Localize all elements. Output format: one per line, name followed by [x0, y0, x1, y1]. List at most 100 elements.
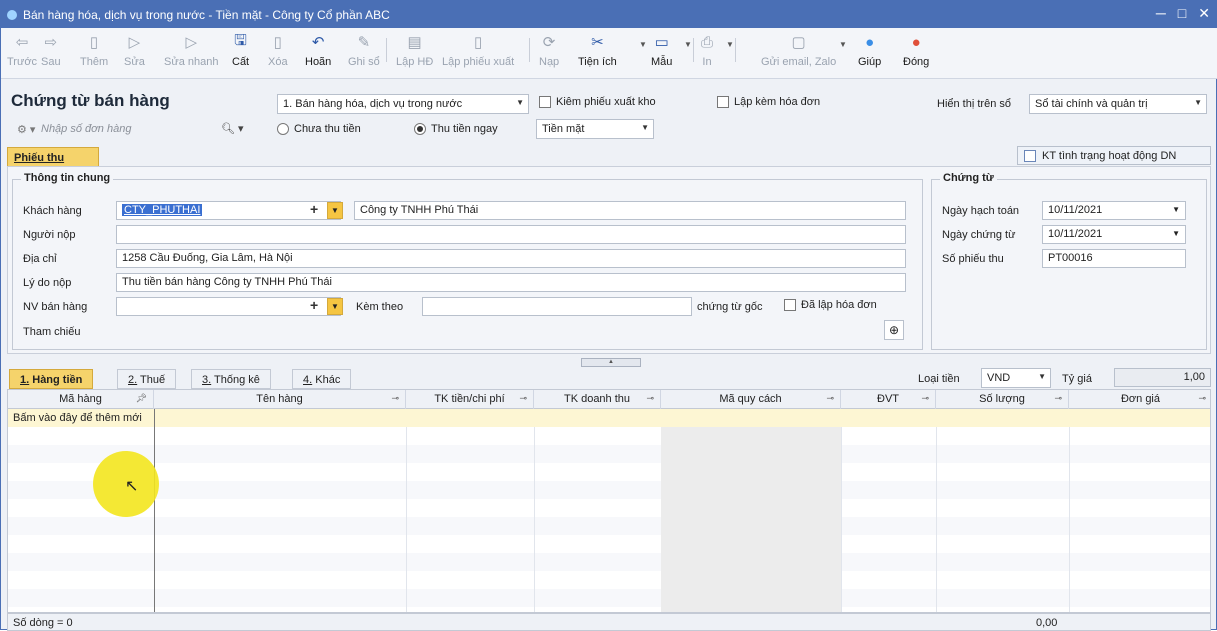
unpaid-radio[interactable]: Chưa thu tiền — [277, 123, 361, 135]
close-window-button[interactable]: ✕ — [1198, 5, 1210, 22]
col-ma-hang[interactable]: Mã hàng 📌︎ — [8, 390, 154, 409]
checkbox-box — [539, 96, 551, 108]
pin-icon[interactable]: ⊸ — [519, 393, 527, 404]
tab-thue[interactable]: 2. Thuế — [117, 369, 177, 389]
payer-label: Người nộp — [23, 229, 76, 241]
document-icon — [1024, 150, 1036, 162]
voucher-type-select[interactable]: 1. Bán hàng hóa, dịch vụ trong nước ▼ — [277, 94, 529, 114]
print-dropdown-icon[interactable]: ▼ — [726, 40, 734, 49]
customer-dropdown-icon[interactable]: ▼ — [327, 202, 343, 219]
add-button[interactable]: ▯ Thêm — [80, 31, 108, 68]
currency-select[interactable]: VND ▼ — [981, 368, 1051, 388]
tab-khac[interactable]: 4. Khác — [292, 369, 352, 389]
reload-button[interactable]: ⟳ Nạp — [539, 31, 559, 68]
search-icon[interactable]: 🔍︎ ▾ — [221, 122, 244, 135]
next-button[interactable]: ⇨ Sau — [41, 31, 61, 68]
attached-field[interactable] — [422, 297, 692, 316]
tab-hang-tien[interactable]: 1. Hàng tiền — [9, 369, 94, 389]
col-divider — [841, 409, 842, 612]
add-customer-icon[interactable]: + — [310, 201, 318, 217]
chevron-down-icon: ▼ — [1038, 372, 1046, 381]
pin-icon[interactable]: ⊸ — [921, 393, 929, 404]
salesperson-dropdown-icon[interactable]: ▼ — [327, 298, 343, 315]
posting-date-field[interactable]: 10/11/2021 ▼ — [1042, 201, 1186, 220]
add-new-row[interactable]: Bấm vào đây để thêm mới — [8, 409, 1210, 427]
col-so-luong[interactable]: Số lượng ⊸ — [936, 390, 1069, 409]
template-button[interactable]: ▭ Mẫu — [651, 31, 672, 68]
template-dropdown-icon[interactable]: ▼ — [684, 40, 692, 49]
create-delivery-button[interactable]: ▯ Lập phiếu xuất — [442, 31, 514, 68]
delete-button[interactable]: ▯ Xóa — [268, 31, 288, 68]
pin-icon[interactable]: ⊸ — [1198, 393, 1206, 404]
email-icon: ▢ — [791, 34, 806, 51]
col-tk-doanh-thu[interactable]: TK doanh thu ⊸ — [534, 390, 661, 409]
payer-field[interactable] — [116, 225, 906, 244]
customer-code-field[interactable]: CTY_PHUTHAI — [116, 201, 341, 220]
address-field[interactable]: 1258 Cầu Đuống, Gia Lâm, Hà Nội — [116, 249, 906, 268]
utilities-button[interactable]: ✂ Tiện ích — [578, 31, 617, 68]
reason-field[interactable]: Thu tiền bán hàng Công ty TNHH Phú Thái — [116, 273, 906, 292]
general-info-group: Thông tin chung Khách hàng CTY_PHUTHAI +… — [12, 172, 923, 350]
col-ma-quy-cach[interactable]: Mã quy cách ⊸ — [661, 390, 841, 409]
power-icon: ● — [911, 33, 921, 51]
mouse-cursor-icon: ↖ — [125, 478, 139, 495]
radio-circle — [277, 123, 289, 135]
close-button[interactable]: ● Đóng — [903, 31, 929, 69]
check-business-status-button[interactable]: KT tình trạng hoạt động DN — [1017, 146, 1211, 165]
ledger-select[interactable]: Sổ tài chính và quản trị ▼ — [1029, 94, 1207, 114]
save-button[interactable]: 🖫 Cất — [232, 31, 249, 69]
salesperson-field[interactable] — [116, 297, 341, 316]
voucher-date-field[interactable]: 10/11/2021 ▼ — [1042, 225, 1186, 244]
print-button[interactable]: ⎙ In — [701, 31, 713, 69]
add-salesperson-icon[interactable]: + — [310, 297, 318, 313]
search-options-icon[interactable]: ⚙ ▾ — [17, 123, 35, 136]
utilities-dropdown-icon[interactable]: ▼ — [639, 40, 647, 49]
exchange-rate-field[interactable]: 1,00 — [1114, 368, 1211, 387]
posting-date-label: Ngày hạch toán — [942, 205, 1020, 217]
help-button[interactable]: ● Giúp — [858, 31, 881, 69]
address-label: Địa chỉ — [23, 253, 57, 265]
zoom-in-icon[interactable]: ⊕ — [884, 320, 904, 340]
tab-thong-ke[interactable]: 3. Thống kê — [191, 369, 271, 389]
delivery-note-checkbox[interactable]: Kiêm phiếu xuất kho — [539, 96, 656, 108]
calendar-dropdown-icon[interactable]: ▼ — [1172, 205, 1180, 214]
col-ten-hang[interactable]: Tên hàng ⊸ — [154, 390, 406, 409]
edit-button[interactable]: ▷ Sửa — [124, 31, 145, 68]
pin-icon[interactable]: 📌︎ — [136, 393, 147, 404]
email-dropdown-icon[interactable]: ▼ — [839, 40, 847, 49]
receipt-no-field[interactable]: PT00016 — [1042, 249, 1186, 268]
edit-doc-icon: ▷ — [128, 34, 141, 51]
col-tk-tien[interactable]: TK tiền/chi phí ⊸ — [406, 390, 534, 409]
empty-row — [8, 517, 1210, 535]
customer-name-field[interactable]: Công ty TNHH Phú Thái — [354, 201, 906, 220]
send-email-button[interactable]: ▢ Gửi email, Zalo — [761, 31, 836, 68]
undo-icon: ↶ — [311, 34, 325, 51]
toolbar-separator — [735, 38, 736, 62]
previous-button[interactable]: ⇦ Trước — [7, 31, 37, 68]
with-invoice-checkbox[interactable]: Lập kèm hóa đơn — [717, 96, 820, 108]
create-invoice-button[interactable]: ▤ Lập HĐ — [396, 31, 433, 68]
pin-icon[interactable]: ⊸ — [1054, 393, 1062, 404]
maximize-button[interactable]: □ — [1178, 5, 1186, 22]
undo-button[interactable]: ↶ Hoãn — [305, 31, 331, 68]
minimize-button[interactable]: ─ — [1156, 5, 1166, 22]
invoice-issued-checkbox[interactable]: Đã lập hóa đơn — [784, 299, 877, 311]
paid-now-radio[interactable]: Thu tiền ngay — [414, 123, 498, 135]
empty-row — [8, 589, 1210, 607]
reason-label: Lý do nộp — [23, 277, 72, 289]
calendar-dropdown-icon[interactable]: ▼ — [1172, 229, 1180, 238]
col-divider — [1069, 409, 1070, 612]
grid-tabs: 1. Hàng tiền 2. Thuế 3. Thống kê 4. Khác… — [1, 367, 1217, 389]
collapse-panel-handle[interactable]: ▲ — [581, 358, 641, 367]
quick-edit-button[interactable]: ▷ Sửa nhanh — [164, 31, 218, 68]
search-input[interactable]: Nhập số đơn hàng — [41, 123, 131, 135]
currency-label: Loại tiền — [918, 373, 960, 385]
col-don-gia[interactable]: Đơn giá ⊸ — [1069, 390, 1210, 409]
payment-method-select[interactable]: Tiền mặt ▼ — [536, 119, 654, 139]
pin-icon[interactable]: ⊸ — [646, 393, 654, 404]
tab-phieu-thu[interactable]: Phiếu thu — [7, 147, 99, 167]
pin-icon[interactable]: ⊸ — [391, 393, 399, 404]
col-dvt[interactable]: ĐVT ⊸ — [841, 390, 936, 409]
post-button[interactable]: ✎ Ghi sổ — [348, 31, 380, 68]
pin-icon[interactable]: ⊸ — [826, 393, 834, 404]
